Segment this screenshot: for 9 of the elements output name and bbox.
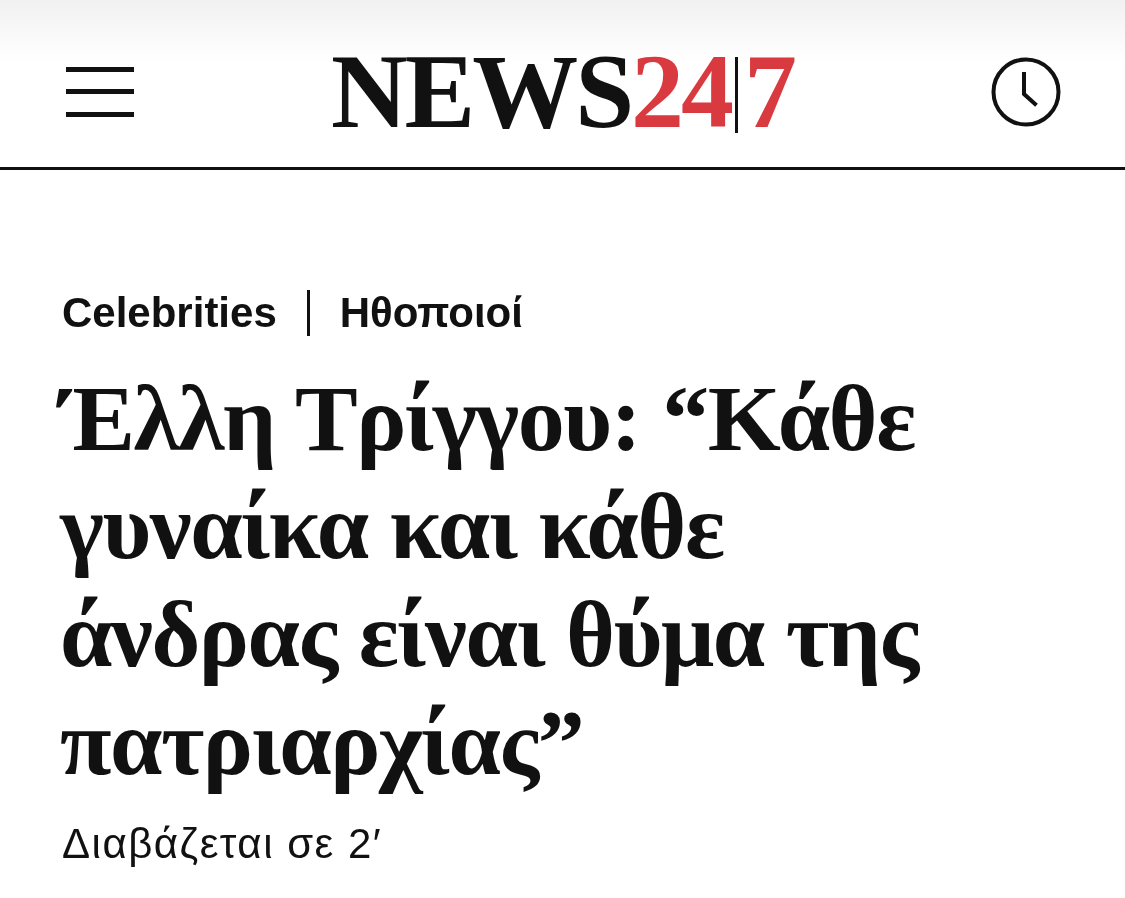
clock-button[interactable] <box>991 56 1061 127</box>
clock-icon <box>991 56 1061 127</box>
menu-button[interactable] <box>66 66 134 117</box>
menu-icon <box>66 66 134 117</box>
breadcrumb-link[interactable]: Ηθοποιοί <box>339 281 523 344</box>
article-headline: Έλλη Τρίγγου: “Κάθε γυναίκα και κάθε άνδρας είναι θύμα της πατριαρχίας” <box>0 364 1125 796</box>
breadcrumb-separator <box>306 289 310 336</box>
reading-time: Διαβάζεται σε 2′ <box>62 819 384 869</box>
breadcrumb-link[interactable]: Celebrities <box>62 281 277 344</box>
